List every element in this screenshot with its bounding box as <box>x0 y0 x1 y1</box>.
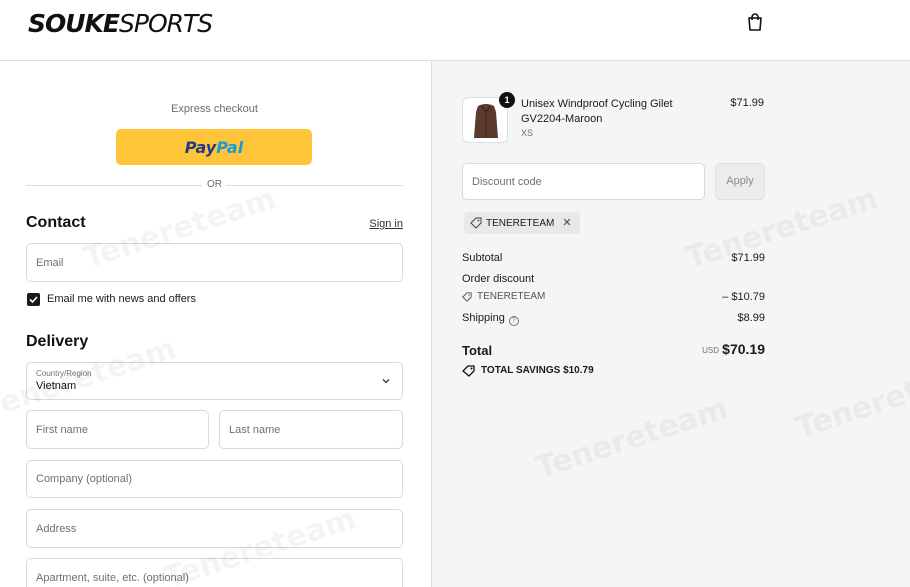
discount-code-row: TENERETEAM – $10.79 <box>462 291 765 303</box>
newsletter-label: Email me with news and offers <box>47 293 196 305</box>
subtotal-label: Subtotal <box>462 252 503 264</box>
paypal-button[interactable]: Pay Pal <box>116 129 312 165</box>
chevron-down-icon <box>382 379 390 384</box>
shipping-value: $8.99 <box>737 312 765 324</box>
order-discount-label: Order discount <box>462 273 535 285</box>
store-logo[interactable]: SOUKESPORTS <box>28 9 213 38</box>
apply-button[interactable]: Apply <box>715 163 765 200</box>
address-placeholder: Address <box>36 522 77 535</box>
logo-bold-text: SOUKE <box>28 9 120 38</box>
header: SOUKESPORTS <box>0 0 910 61</box>
discount-placeholder: Discount code <box>472 176 542 188</box>
subtotal-row: Subtotal $71.99 <box>462 252 765 264</box>
paypal-pal-text: Pal <box>216 137 244 157</box>
delivery-title: Delivery <box>26 333 89 350</box>
tag-icon <box>470 217 482 229</box>
total-value: $70.19 <box>722 341 765 357</box>
currency-label: USD <box>702 346 719 355</box>
applied-code-label: TENERETEAM <box>486 218 555 229</box>
subtotal-value: $71.99 <box>731 252 765 264</box>
apartment-field[interactable]: Apartment, suite, etc. (optional) <box>26 558 403 587</box>
shipping-label: Shipping <box>462 312 505 324</box>
savings-label: TOTAL SAVINGS <box>481 365 561 376</box>
or-divider: OR <box>26 179 403 191</box>
shipping-row: Shipping? $8.99 <box>462 312 765 326</box>
country-label: Country/Region <box>36 369 92 378</box>
tag-icon <box>462 292 472 302</box>
discount-value: – $10.79 <box>722 291 765 303</box>
first-name-placeholder: First name <box>36 423 88 436</box>
last-name-field[interactable]: Last name <box>219 410 403 449</box>
email-placeholder: Email <box>36 256 64 269</box>
applied-discount-chip: TENERETEAM ✕ <box>464 212 580 234</box>
checkout-form: Express checkout Pay Pal OR Contact Sign … <box>0 61 431 587</box>
country-select[interactable]: Country/Region Vietnam <box>26 362 403 400</box>
discount-code-input[interactable]: Discount code <box>462 163 705 200</box>
express-checkout-label: Express checkout <box>171 103 258 115</box>
discount-code-label: TENERETEAM <box>477 291 546 302</box>
savings-value: $10.79 <box>563 365 594 376</box>
newsletter-checkbox[interactable] <box>27 293 40 306</box>
total-label: Total <box>462 343 493 358</box>
product-variant: XS <box>521 128 534 138</box>
remove-discount-icon[interactable]: ✕ <box>562 217 571 229</box>
email-field[interactable]: Email <box>26 243 403 282</box>
address-field[interactable]: Address <box>26 509 403 548</box>
first-name-field[interactable]: First name <box>26 410 209 449</box>
help-icon[interactable]: ? <box>508 316 519 326</box>
company-placeholder: Company (optional) <box>36 473 132 485</box>
total-savings: TOTAL SAVINGS $10.79 <box>462 365 594 377</box>
quantity-badge: 1 <box>499 92 515 108</box>
or-label: OR <box>207 179 222 190</box>
checkmark-icon <box>29 296 38 304</box>
company-field[interactable]: Company (optional) <box>26 460 403 498</box>
watermark: Tenereteam <box>791 351 910 446</box>
sign-in-link[interactable]: Sign in <box>369 218 403 230</box>
apartment-placeholder: Apartment, suite, etc. (optional) <box>36 571 189 584</box>
total-row: Total USD $70.19 <box>462 341 765 360</box>
country-value: Vietnam <box>36 380 77 392</box>
tag-icon <box>462 365 475 377</box>
shopping-bag-icon[interactable] <box>746 12 764 32</box>
watermark: Tenereteam <box>531 391 732 486</box>
last-name-placeholder: Last name <box>229 423 281 436</box>
logo-rest-text: SPORTS <box>119 9 213 38</box>
product-name: Unisex Windproof Cycling Gilet GV2204-Ma… <box>521 98 673 125</box>
contact-title: Contact <box>26 214 86 231</box>
product-price: $71.99 <box>730 97 764 109</box>
order-summary: 1 Unisex Windproof Cycling Gilet GV2204-… <box>431 61 910 587</box>
paypal-pay-text: Pay <box>184 137 217 157</box>
order-discount-row: Order discount <box>462 273 765 285</box>
